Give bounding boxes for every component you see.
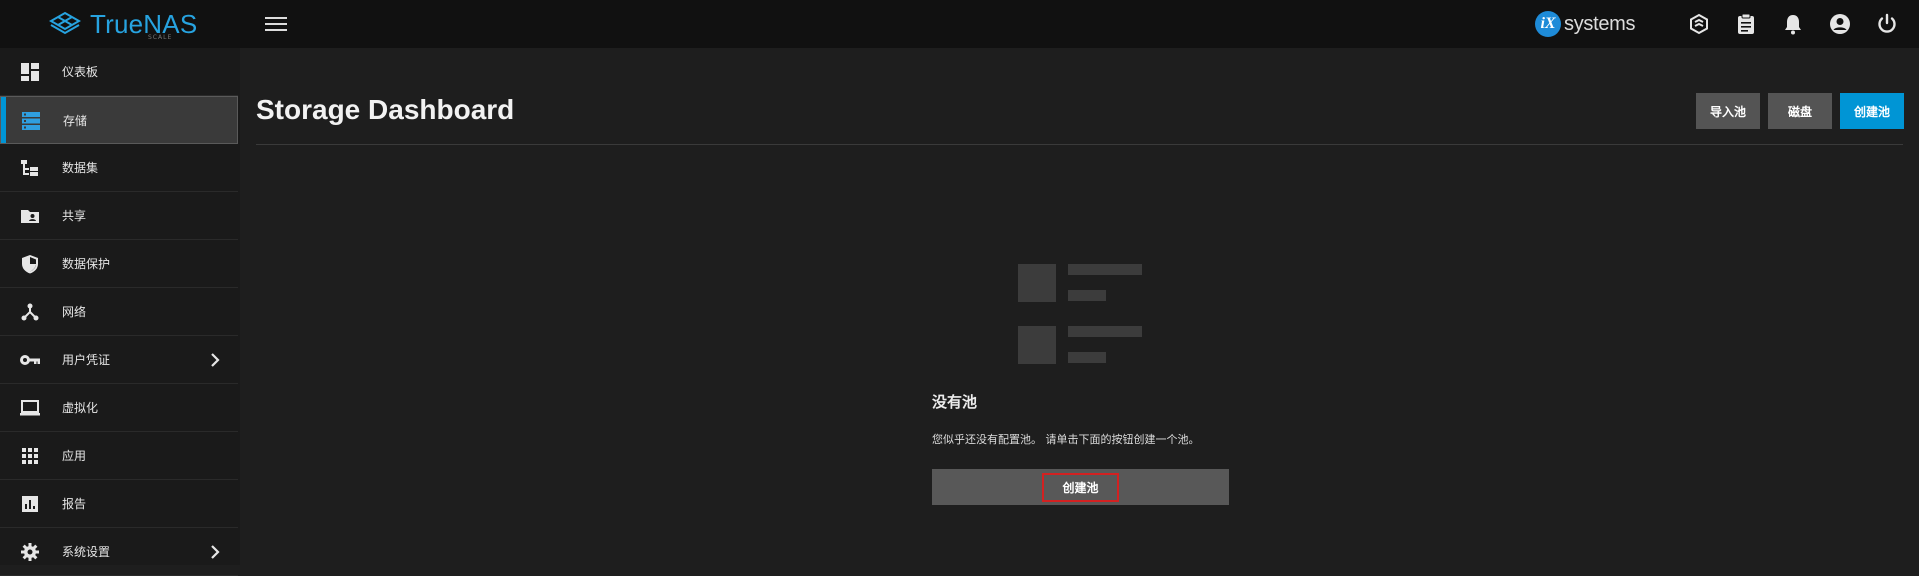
sidebar-item-credentials[interactable]: 用户凭证 — [0, 336, 238, 384]
gear-icon — [18, 540, 42, 564]
empty-list-illustration-icon — [1018, 264, 1148, 374]
sidebar-item-label: 存储 — [63, 113, 88, 128]
sidebar-item-apps[interactable]: 应用 — [0, 432, 238, 480]
create-pool-label: 创建池 — [1042, 472, 1119, 502]
power-icon[interactable] — [1875, 12, 1899, 36]
sidebar-item-label: 虚拟化 — [62, 401, 99, 415]
sidebar-item-shares[interactable]: 共享 — [0, 192, 238, 240]
chevron-right-icon — [207, 542, 223, 562]
datasets-icon — [18, 156, 42, 180]
sidebar-nav: 仪表板 存储 数据集 共享 数据保护 网络 用户凭证 虚拟化 应用 报告 系统设… — [0, 48, 240, 576]
sidebar-item-label: 报告 — [62, 497, 87, 511]
truecommand-icon[interactable] — [1687, 12, 1711, 36]
sidebar-item-label: 数据保护 — [62, 257, 111, 271]
sidebar-item-system-settings[interactable]: 系统设置 — [0, 528, 238, 576]
apps-grid-icon — [18, 444, 42, 468]
bell-icon[interactable] — [1781, 12, 1805, 36]
sidebar-item-data-protection[interactable]: 数据保护 — [0, 240, 238, 288]
disks-button[interactable]: 磁盘 — [1768, 93, 1832, 129]
page-title: Storage Dashboard — [256, 94, 515, 125]
main-content: Storage Dashboard 导入池 磁盘 创建池 没有池 您似乎还没有配… — [240, 48, 1919, 565]
sidebar-item-label: 数据集 — [62, 161, 99, 175]
top-icon-group — [1664, 12, 1899, 36]
import-pool-button[interactable]: 导入池 — [1696, 93, 1760, 129]
storage-icon — [19, 109, 43, 133]
sidebar-item-reports[interactable]: 报告 — [0, 480, 238, 528]
shield-icon — [18, 252, 42, 276]
chevron-right-icon — [207, 350, 223, 370]
empty-state-create-pool-button[interactable]: 创建池 — [932, 469, 1229, 505]
account-icon[interactable] — [1828, 12, 1852, 36]
ixsystems-logo[interactable]: iX systems — [1535, 10, 1636, 38]
sidebar-item-label: 用户凭证 — [62, 353, 111, 367]
shares-icon — [18, 204, 42, 228]
sidebar-item-dashboard[interactable]: 仪表板 — [0, 48, 238, 96]
sidebar-item-datasets[interactable]: 数据集 — [0, 144, 238, 192]
create-pool-button[interactable]: 创建池 — [1840, 93, 1904, 129]
reports-icon — [18, 492, 42, 516]
sidebar-item-label: 系统设置 — [62, 545, 111, 559]
key-icon — [18, 348, 42, 372]
logo-subtitle: SCALE — [148, 34, 173, 41]
truenas-logo[interactable]: TrueNAS SCALE — [48, 8, 198, 41]
dashboard-icon — [18, 60, 42, 84]
sidebar-item-label: 应用 — [62, 449, 87, 463]
sidebar-item-storage[interactable]: 存储 — [0, 96, 238, 144]
ix-circle-logo: iX — [1535, 11, 1561, 37]
laptop-icon — [18, 396, 42, 420]
empty-state-title: 没有池 — [932, 393, 978, 411]
empty-state-message: 您似乎还没有配置池。 请单击下面的按钮创建一个池。 — [932, 433, 1200, 446]
truenas-logo-icon — [48, 11, 82, 35]
sidebar-item-label: 网络 — [62, 305, 87, 319]
clipboard-icon[interactable] — [1734, 12, 1758, 36]
ix-brand-text: systems — [1564, 12, 1636, 35]
sidebar-item-label: 共享 — [62, 209, 87, 223]
sidebar-item-virtualization[interactable]: 虚拟化 — [0, 384, 238, 432]
logo-text: TrueNAS — [90, 8, 198, 39]
menu-toggle-button[interactable] — [265, 14, 287, 34]
network-icon — [18, 300, 42, 324]
sidebar-item-network[interactable]: 网络 — [0, 288, 238, 336]
header-divider — [256, 144, 1903, 145]
top-toolbar: TrueNAS SCALE iX systems — [0, 0, 1919, 48]
sidebar-item-label: 仪表板 — [62, 65, 99, 79]
